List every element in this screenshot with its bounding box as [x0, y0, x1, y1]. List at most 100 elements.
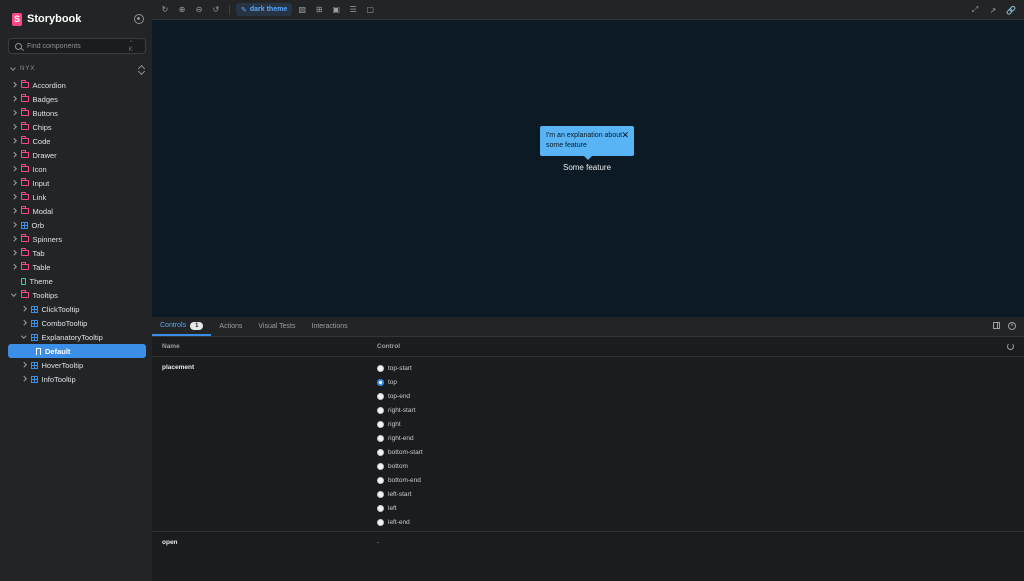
sidebar-item-table[interactable]: Table	[8, 260, 146, 274]
panel-orientation-icon[interactable]	[993, 322, 1000, 329]
sidebar-item-spinners[interactable]: Spinners	[8, 232, 146, 246]
radio-right-start[interactable]: right-start	[377, 403, 423, 417]
close-panel-icon[interactable]: ×	[1008, 322, 1016, 330]
brand[interactable]: S Storybook	[12, 12, 81, 26]
search-box[interactable]: ⌃ K	[8, 38, 146, 54]
radio-left[interactable]: left	[377, 501, 423, 515]
radio-button[interactable]	[377, 392, 384, 400]
outline-icon[interactable]: ▢	[363, 3, 377, 17]
zoom-in-icon[interactable]: ⊕	[175, 3, 189, 17]
radio-top-end[interactable]: top-end	[377, 389, 423, 403]
sidebar-item-input[interactable]: Input	[8, 176, 146, 190]
radio-button[interactable]	[377, 364, 384, 372]
tab-actions[interactable]: Actions	[211, 317, 250, 336]
control-row-placement: placement top-start top top-end right-st…	[152, 357, 1024, 532]
sidebar-item-label: Table	[32, 262, 51, 272]
sidebar-item-accordion[interactable]: Accordion	[8, 78, 146, 92]
sidebar-item-combotooltip[interactable]: ComboTooltip	[8, 316, 146, 330]
sidebar-item-orb[interactable]: Orb	[8, 218, 146, 232]
sidebar-item-infotooltip[interactable]: InfoTooltip	[8, 372, 146, 386]
section-nyx[interactable]: NYX	[10, 64, 145, 74]
reload-icon[interactable]: ↻	[158, 3, 172, 17]
radio-left-end[interactable]: left-end	[377, 515, 423, 529]
expand-collapse-icon[interactable]	[138, 65, 145, 74]
copy-link-icon[interactable]: 🔗	[1004, 3, 1018, 17]
tab-controls[interactable]: Controls 1	[152, 317, 212, 336]
close-icon[interactable]: ✕	[621, 130, 629, 140]
sidebar-item-label: HoverTooltip	[41, 360, 84, 370]
search-input[interactable]	[27, 42, 124, 50]
tab-visual-tests[interactable]: Visual Tests	[250, 317, 303, 336]
sidebar-item-clicktooltip[interactable]: ClickTooltip	[8, 302, 146, 316]
radio-button[interactable]	[377, 420, 384, 428]
component-icon	[20, 221, 28, 229]
open-control-value[interactable]: -	[377, 539, 379, 546]
chevron-right-icon	[11, 264, 17, 270]
sidebar-item-drawer[interactable]: Drawer	[8, 148, 146, 162]
sidebar-item-label: Tooltips	[32, 290, 58, 300]
sidebar-item-label: Input	[32, 178, 50, 188]
sidebar-item-code[interactable]: Code	[8, 134, 146, 148]
folder-icon	[20, 94, 29, 102]
sidebar-item-badges[interactable]: Badges	[8, 92, 146, 106]
chevron-right-icon	[11, 180, 17, 186]
radio-top-start[interactable]: top-start	[377, 361, 423, 375]
theme-toggle-button[interactable]: ✎ dark theme	[236, 3, 293, 16]
zoom-out-icon[interactable]: ⊖	[192, 3, 206, 17]
sidebar-item-chips[interactable]: Chips	[8, 120, 146, 134]
radio-right[interactable]: right	[377, 417, 423, 431]
radio-bottom-start[interactable]: bottom-start	[377, 445, 423, 459]
sidebar-item-theme[interactable]: Theme	[8, 274, 146, 288]
prop-name: placement	[162, 364, 195, 371]
fullscreen-icon[interactable]: ⤢	[968, 3, 982, 17]
radio-bottom[interactable]: bottom	[377, 459, 423, 473]
folder-icon	[20, 234, 29, 242]
open-new-tab-icon[interactable]: ↗	[986, 3, 1000, 17]
zoom-reset-icon[interactable]: ↺	[209, 3, 223, 17]
sidebar-item-modal[interactable]: Modal	[8, 204, 146, 218]
measure-icon[interactable]: ☰	[346, 3, 360, 17]
viewport-icon[interactable]: ▣	[329, 3, 343, 17]
radio-button[interactable]	[377, 518, 384, 526]
reset-controls-icon[interactable]	[1007, 343, 1014, 350]
tab-label: Controls	[160, 322, 187, 329]
chevron-right-icon	[21, 320, 27, 326]
sidebar-item-icon[interactable]: Icon	[8, 162, 146, 176]
radio-button[interactable]	[377, 504, 384, 512]
sidebar-item-buttons[interactable]: Buttons	[8, 106, 146, 120]
sidebar-item-default-story[interactable]: Default	[8, 344, 146, 358]
preview-toolbar: ↻ ⊕ ⊖ ↺ ✎ dark theme ▨ ⊞ ▣ ☰ ▢ ⤢ ↗ 🔗	[152, 0, 1024, 20]
radio-button[interactable]	[377, 462, 384, 470]
feature-label[interactable]: Some feature	[541, 163, 633, 172]
tab-interactions[interactable]: Interactions	[304, 317, 356, 336]
radio-button[interactable]	[377, 434, 384, 442]
radio-right-end[interactable]: right-end	[377, 431, 423, 445]
sidebar-item-tooltips[interactable]: Tooltips	[8, 288, 146, 302]
radio-left-start[interactable]: left-start	[377, 487, 423, 501]
storybook-logo-icon: S	[12, 12, 22, 26]
grid-icon[interactable]: ⊞	[312, 3, 326, 17]
radio-bottom-end[interactable]: bottom-end	[377, 473, 423, 487]
addon-panel: Controls 1 Actions Visual Tests Interact…	[152, 317, 1024, 581]
chevron-right-icon	[11, 152, 17, 158]
radio-label: right	[388, 420, 401, 428]
folder-icon	[20, 136, 29, 144]
chevron-right-icon	[11, 250, 17, 256]
radio-button[interactable]	[377, 490, 384, 498]
sidebar-item-explanatorytooltip[interactable]: ExplanatoryTooltip	[8, 330, 146, 344]
background-icon[interactable]: ▨	[295, 3, 309, 17]
radio-top[interactable]: top	[377, 375, 423, 389]
radio-button-checked[interactable]	[377, 378, 384, 386]
sidebar-item-link[interactable]: Link	[8, 190, 146, 204]
settings-gear-icon[interactable]	[134, 14, 144, 24]
radio-button[interactable]	[377, 448, 384, 456]
placement-radio-group: top-start top top-end right-start right …	[377, 361, 423, 529]
radio-button[interactable]	[377, 476, 384, 484]
chevron-right-icon	[21, 306, 27, 312]
chevron-right-icon	[11, 208, 17, 214]
column-name: Name	[162, 343, 180, 350]
sidebar-item-tab[interactable]: Tab	[8, 246, 146, 260]
sidebar-item-hovertooltip[interactable]: HoverTooltip	[8, 358, 146, 372]
radio-button[interactable]	[377, 406, 384, 414]
